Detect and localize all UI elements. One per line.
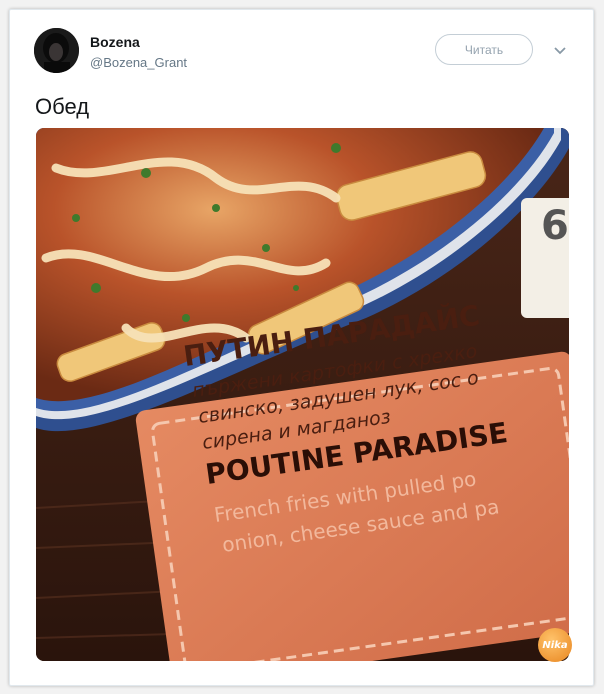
price-card-digit: 6 (541, 203, 569, 249)
watermark-logo: Nika (538, 628, 572, 662)
user-handle[interactable]: @Bozena_Grant (90, 55, 187, 70)
tweet-text: Обед (35, 94, 90, 119)
tweet-photo[interactable]: ПУТИН ПАРАДАЙС пържени картофки с хрехко… (36, 128, 569, 661)
follow-button[interactable]: Читать (435, 34, 533, 65)
chevron-down-icon[interactable] (552, 44, 568, 56)
user-name[interactable]: Bozena (90, 34, 140, 50)
tweet-card: Bozena @Bozena_Grant Читать Обед ПУТИН П… (9, 9, 594, 686)
avatar[interactable] (34, 28, 79, 73)
